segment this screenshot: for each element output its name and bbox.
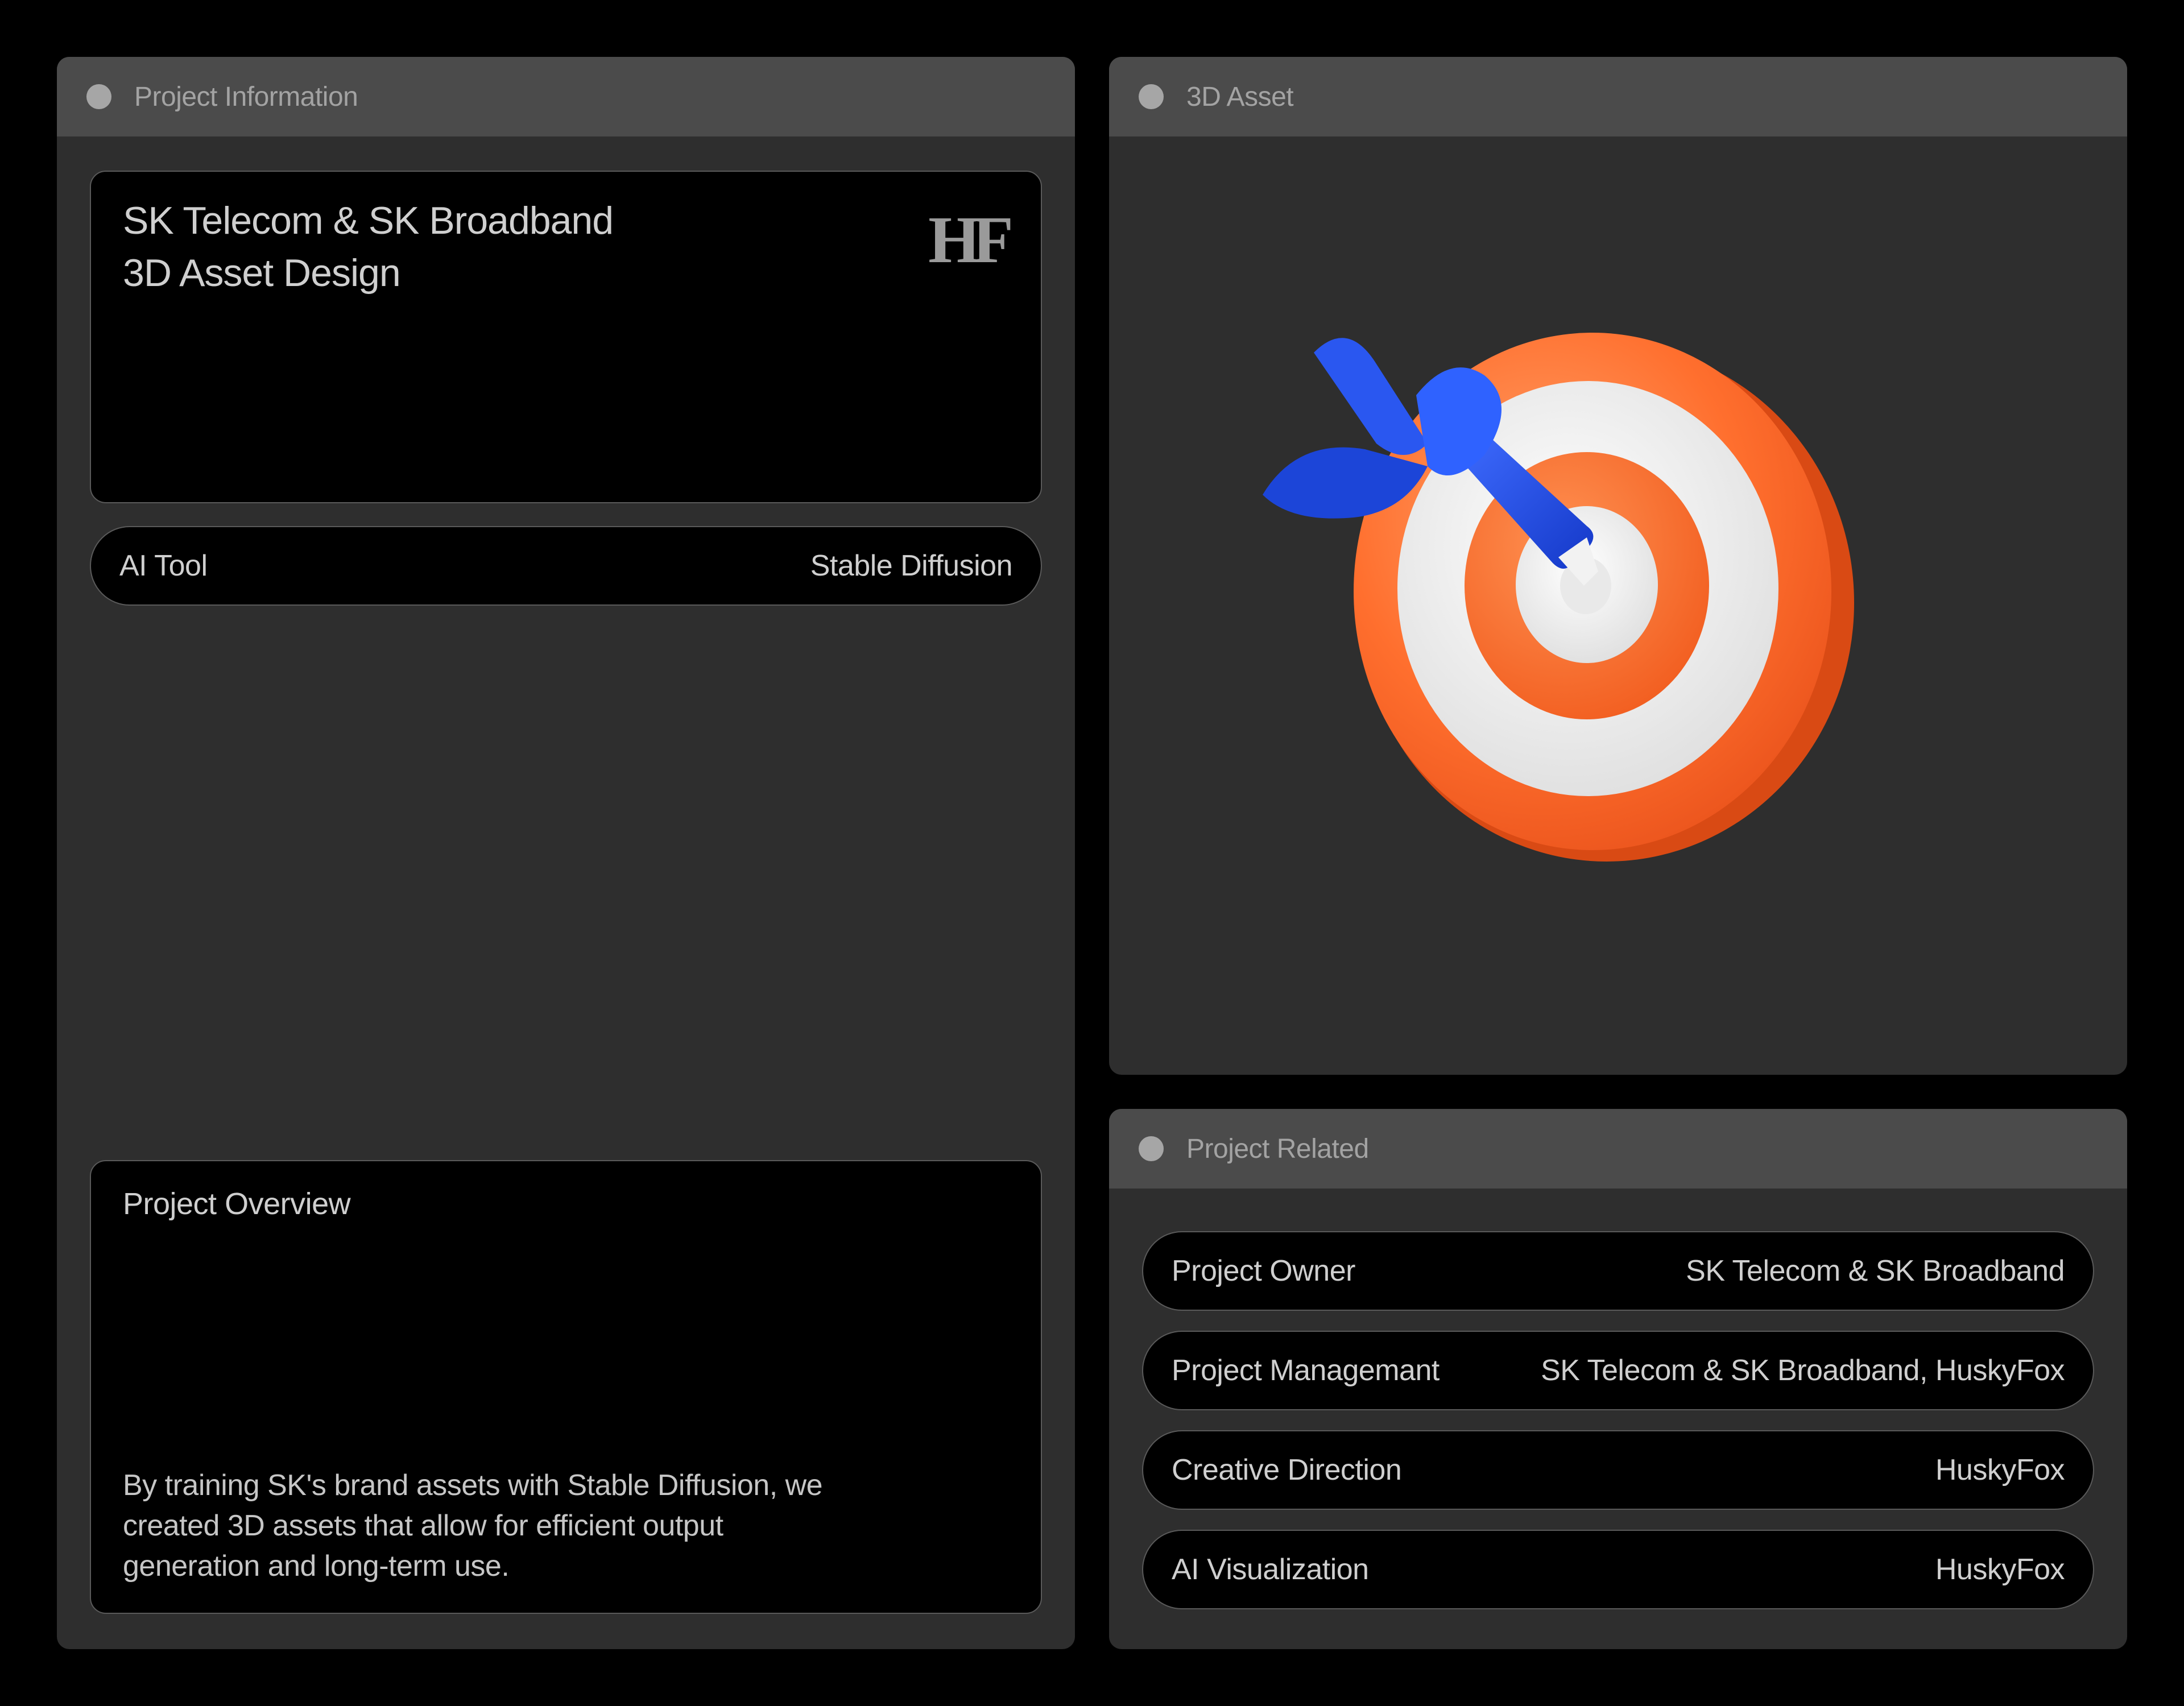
- ai-tool-row: AI Tool Stable Diffusion: [90, 526, 1042, 606]
- panel-header: Project Information: [57, 57, 1075, 136]
- panel-title: Project Information: [134, 81, 358, 112]
- related-row-creative-direction: Creative Direction HuskyFox: [1142, 1430, 2094, 1510]
- ai-tool-label: AI Tool: [119, 549, 208, 582]
- row-label: AI Visualization: [1172, 1553, 1369, 1586]
- project-title: SK Telecom & SK Broadband 3D Asset Desig…: [123, 194, 614, 299]
- project-information-panel: Project Information SK Telecom & SK Broa…: [57, 57, 1075, 1649]
- related-row-project-owner: Project Owner SK Telecom & SK Broadband: [1142, 1231, 2094, 1311]
- project-title-card: SK Telecom & SK Broadband 3D Asset Desig…: [90, 171, 1042, 503]
- overview-text: By training SK's brand assets with Stabl…: [123, 1469, 823, 1583]
- row-label: Project Owner: [1172, 1254, 1355, 1287]
- related-row-project-management: Project Managemant SK Telecom & SK Broad…: [1142, 1331, 2094, 1410]
- row-label: Project Managemant: [1172, 1354, 1440, 1387]
- row-label: Creative Direction: [1172, 1454, 1402, 1486]
- 3d-asset-panel: 3D Asset: [1109, 57, 2127, 1075]
- related-row-ai-visualization: AI Visualization HuskyFox: [1142, 1530, 2094, 1609]
- project-related-panel: Project Related Project Owner SK Telecom…: [1109, 1109, 2127, 1649]
- dart-fin-top: [1314, 338, 1428, 455]
- row-value: HuskyFox: [1935, 1454, 2065, 1486]
- panel-header: Project Related: [1109, 1109, 2127, 1189]
- overview-label: Project Overview: [123, 1187, 351, 1221]
- status-dot-icon: [86, 84, 111, 109]
- project-title-line1: SK Telecom & SK Broadband: [123, 199, 614, 242]
- panel-title: Project Related: [1186, 1133, 1369, 1164]
- project-title-line2: 3D Asset Design: [123, 251, 401, 295]
- project-overview-card: Project Overview By training SK's brand …: [90, 1160, 1042, 1614]
- row-value: SK Telecom & SK Broadband, HuskyFox: [1541, 1354, 2065, 1387]
- huskyfox-logo: HF: [928, 202, 1014, 277]
- row-value: HuskyFox: [1935, 1553, 2065, 1586]
- row-value: SK Telecom & SK Broadband: [1686, 1254, 2065, 1287]
- ai-tool-value: Stable Diffusion: [810, 549, 1013, 582]
- dart-target-icon: [1263, 333, 1854, 862]
- status-dot-icon: [1139, 1136, 1164, 1161]
